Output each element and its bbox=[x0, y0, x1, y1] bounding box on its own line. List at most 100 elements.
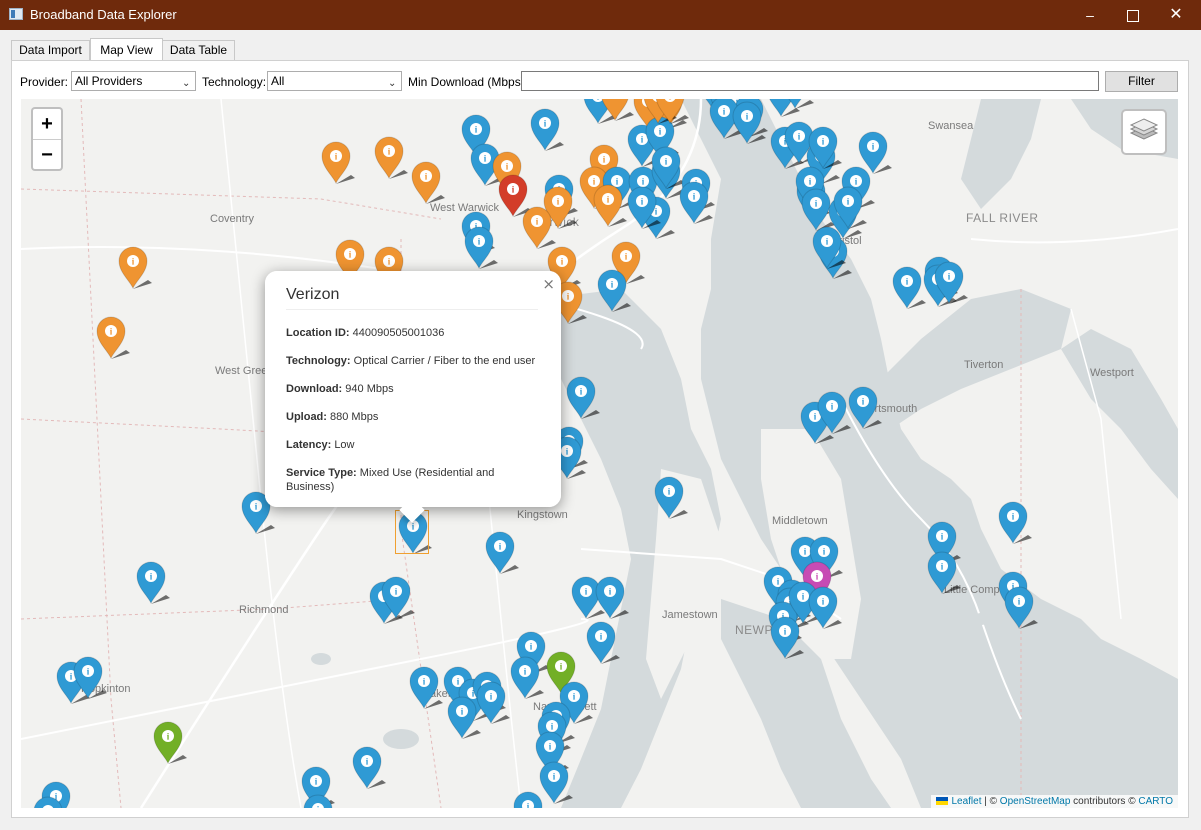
technology-select[interactable]: All ⌄ bbox=[267, 71, 402, 91]
blue-location-marker[interactable]: i bbox=[892, 266, 926, 310]
blue-location-marker[interactable]: i bbox=[812, 226, 846, 270]
blue-location-marker[interactable]: i bbox=[780, 99, 814, 110]
chevron-down-icon: ⌄ bbox=[388, 78, 397, 89]
blue-location-marker[interactable]: i bbox=[651, 146, 685, 190]
close-button[interactable]: ✕ bbox=[1156, 0, 1196, 30]
map-pin-icon: i bbox=[381, 576, 415, 620]
map-pin-icon: i bbox=[770, 616, 804, 660]
map-pin-icon: i bbox=[321, 141, 355, 185]
blue-location-marker[interactable]: i bbox=[808, 126, 842, 170]
field-label: Technology: bbox=[286, 355, 351, 367]
blue-location-marker[interactable]: i bbox=[566, 376, 600, 420]
zoom-in-button[interactable]: + bbox=[33, 109, 61, 140]
blue-location-marker[interactable]: i bbox=[447, 696, 481, 740]
location-popup: × Verizon Location ID: 440090505001036 T… bbox=[265, 271, 561, 523]
field-label: Download: bbox=[286, 383, 343, 395]
orange-location-marker[interactable]: i bbox=[96, 316, 130, 360]
zoom-control: + − bbox=[31, 107, 63, 171]
map-pin-icon: i bbox=[352, 746, 386, 790]
map-pin-icon: i bbox=[586, 621, 620, 665]
blue-location-marker[interactable]: i bbox=[586, 621, 620, 665]
blue-location-marker[interactable]: i bbox=[464, 226, 498, 270]
blue-location-marker[interactable]: i bbox=[627, 186, 661, 230]
provider-select[interactable]: All Providers ⌄ bbox=[71, 71, 196, 91]
filter-button[interactable]: Filter bbox=[1105, 71, 1178, 92]
popup-close-button[interactable]: × bbox=[542, 275, 555, 293]
popup-title: Verizon bbox=[286, 286, 340, 303]
blue-location-marker[interactable]: i bbox=[352, 746, 386, 790]
tab-map-view[interactable]: Map View bbox=[90, 38, 163, 61]
blue-location-marker[interactable]: i bbox=[33, 796, 63, 808]
blue-location-marker[interactable]: i bbox=[770, 616, 804, 660]
map-pin-icon: i bbox=[566, 376, 600, 420]
orange-location-marker[interactable]: i bbox=[522, 206, 556, 250]
popup-field-upload: Upload: 880 Mbps bbox=[286, 410, 536, 424]
technology-select-value: All bbox=[271, 74, 285, 88]
map-pin-icon: i bbox=[374, 136, 408, 180]
popup-divider bbox=[286, 309, 538, 310]
blue-location-marker[interactable]: i bbox=[136, 561, 170, 605]
min-download-input[interactable] bbox=[521, 71, 1099, 91]
map-pin-icon: i bbox=[522, 206, 556, 250]
map-pin-icon: i bbox=[627, 186, 661, 230]
maximize-icon bbox=[1127, 10, 1139, 23]
app-icon bbox=[9, 8, 23, 20]
popup-field-latency: Latency: Low bbox=[286, 438, 536, 452]
place-label: FALL RIVER bbox=[966, 211, 1039, 225]
orange-location-marker[interactable]: i bbox=[593, 184, 627, 228]
popup-field-location-id: Location ID: 440090505001036 bbox=[286, 326, 536, 340]
chevron-down-icon: ⌄ bbox=[182, 78, 191, 89]
map-pin-icon: i bbox=[848, 386, 882, 430]
orange-location-marker[interactable]: i bbox=[411, 161, 445, 205]
blue-location-marker[interactable]: i bbox=[485, 531, 519, 575]
map-view[interactable]: Swansea Coventry West Warwick Warwick FA… bbox=[21, 99, 1178, 808]
zoom-out-button[interactable]: − bbox=[33, 140, 61, 170]
blue-location-marker[interactable]: i bbox=[654, 476, 688, 520]
tab-data-import[interactable]: Data Import bbox=[11, 40, 90, 60]
blue-location-marker[interactable]: i bbox=[927, 551, 961, 595]
blue-location-marker[interactable]: i bbox=[409, 666, 443, 710]
blue-location-marker[interactable]: i bbox=[530, 108, 564, 152]
blue-location-marker[interactable]: i bbox=[597, 269, 631, 313]
blue-location-marker[interactable]: i bbox=[833, 186, 867, 230]
orange-location-marker[interactable]: i bbox=[374, 136, 408, 180]
leaflet-link[interactable]: Leaflet bbox=[951, 796, 981, 807]
minimize-button[interactable]: – bbox=[1070, 0, 1110, 30]
window-title: Broadband Data Explorer bbox=[30, 7, 177, 22]
blue-location-marker[interactable]: i bbox=[934, 261, 968, 305]
tab-data-table[interactable]: Data Table bbox=[162, 40, 235, 60]
blue-location-marker[interactable]: i bbox=[679, 181, 713, 225]
blue-location-marker[interactable]: i bbox=[595, 576, 629, 620]
map-pin-icon: i bbox=[595, 576, 629, 620]
popup-body: × Verizon Location ID: 440090505001036 T… bbox=[265, 271, 561, 507]
orange-location-marker[interactable]: i bbox=[600, 99, 634, 122]
blue-location-marker[interactable]: i bbox=[381, 576, 415, 620]
blue-location-marker[interactable]: i bbox=[808, 586, 842, 630]
blue-location-marker[interactable]: i bbox=[817, 391, 851, 435]
blue-location-marker[interactable]: i bbox=[848, 386, 882, 430]
map-pin-icon: i bbox=[998, 501, 1032, 545]
blue-location-marker[interactable]: i bbox=[73, 656, 107, 700]
layers-control[interactable] bbox=[1121, 109, 1167, 155]
blue-location-marker[interactable]: i bbox=[998, 501, 1032, 545]
orange-location-marker[interactable]: i bbox=[321, 141, 355, 185]
place-label: Tiverton bbox=[964, 359, 1004, 371]
field-label: Upload: bbox=[286, 411, 327, 423]
place-label: Kingstown bbox=[517, 509, 568, 521]
green-location-marker[interactable]: i bbox=[153, 721, 187, 765]
osm-link[interactable]: OpenStreetMap bbox=[1000, 796, 1071, 807]
blue-location-marker[interactable]: i bbox=[1004, 586, 1038, 630]
map-pin-icon: i bbox=[513, 791, 543, 808]
carto-link[interactable]: CARTO bbox=[1138, 796, 1173, 807]
orange-location-marker[interactable]: i bbox=[655, 99, 689, 125]
place-label: Richmond bbox=[239, 604, 289, 616]
map-pin-icon: i bbox=[833, 186, 867, 230]
blue-location-marker[interactable]: i bbox=[303, 794, 333, 808]
blue-location-marker[interactable]: i bbox=[732, 101, 766, 145]
orange-location-marker[interactable]: i bbox=[118, 246, 152, 290]
blue-location-marker[interactable]: i bbox=[513, 791, 543, 808]
place-label: Middletown bbox=[772, 515, 828, 527]
maximize-button[interactable] bbox=[1113, 0, 1153, 30]
blue-location-marker[interactable]: i bbox=[801, 188, 835, 232]
place-label: Swansea bbox=[928, 120, 974, 132]
